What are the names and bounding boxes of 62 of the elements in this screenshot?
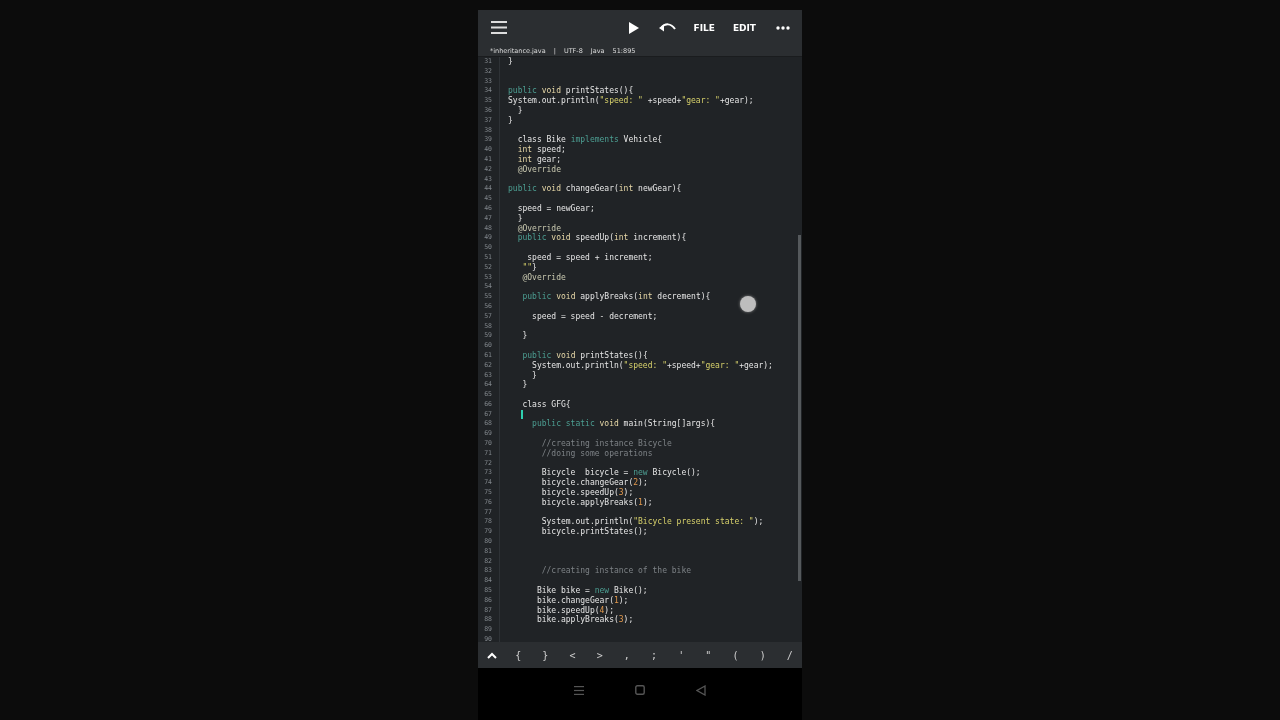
symbol-key[interactable]: ( <box>729 649 742 661</box>
undo-icon[interactable] <box>658 22 676 33</box>
code-line: System.out.println("Bicycle present state: "); <box>540 517 764 528</box>
code-line: @Override <box>516 223 561 233</box>
code-line: //creating instance Bicycle <box>540 439 672 449</box>
symbol-key[interactable]: / <box>783 649 796 661</box>
menu-icon[interactable] <box>491 21 507 34</box>
symbol-key[interactable]: ; <box>648 649 661 661</box>
code-line: Bike bike = new Bike(); <box>535 586 648 596</box>
code-line: bike.speedUp(4); <box>535 605 614 616</box>
code-line: //creating instance of the bike <box>540 566 692 577</box>
symbol-key[interactable]: > <box>593 649 606 661</box>
code-line: bicycle.speedUp(3); <box>540 488 634 498</box>
chevron-up-icon[interactable] <box>487 651 497 659</box>
code-line: //doing some operations <box>540 448 653 459</box>
code-line: } <box>531 370 537 381</box>
code-line: int gear; <box>516 154 561 165</box>
code-line: } <box>516 213 523 224</box>
recent-apps-icon[interactable] <box>573 685 584 695</box>
code-line: ""} <box>521 262 537 273</box>
code-line: Bicycle bicycle = new Bicycle(); <box>540 468 701 479</box>
code-line: bicycle.printStates(); <box>540 527 648 538</box>
scrollbar[interactable] <box>798 235 801 581</box>
symbol-key[interactable]: ' <box>675 649 688 661</box>
toolbar-button[interactable]: EDIT <box>732 20 756 35</box>
code-line: public void printStates(){ <box>521 350 648 361</box>
code-line: } <box>521 380 528 391</box>
symbol-key[interactable]: < <box>566 649 579 661</box>
code-line: public void changeGear(int newGear){ <box>508 184 682 195</box>
code-line: bicycle.changeGear(2); <box>540 478 648 488</box>
code-line: class Bike implements Vehicle{ <box>516 135 663 145</box>
home-icon[interactable] <box>635 685 645 695</box>
code-line: bicycle.applyBreaks(1); <box>540 497 653 508</box>
code-line: } <box>521 331 528 342</box>
code-line: speed = speed + increment; <box>526 252 653 263</box>
code-line: System.out.println("speed: " +speed+"gear: "+gear); <box>508 96 754 106</box>
code-line: } <box>516 106 523 116</box>
code-line: public void applyBreaks(int decrement){ <box>521 292 711 302</box>
code-line: } <box>508 57 513 67</box>
code-line: @Override <box>521 272 566 283</box>
touch-indicator <box>740 296 756 312</box>
code-line: public void printStates(){ <box>508 86 634 97</box>
code-line: class GFG{ <box>521 399 571 410</box>
symbol-key[interactable]: , <box>620 649 633 661</box>
code-line: bike.changeGear(1); <box>535 595 629 606</box>
back-icon[interactable] <box>696 684 707 696</box>
symbol-key[interactable]: { <box>512 649 525 661</box>
code-line: speed = speed - decrement; <box>531 311 658 322</box>
code-line: public static void main(String[]args){ <box>531 419 716 430</box>
toolbar-button[interactable]: FILE <box>693 20 715 35</box>
play-icon[interactable] <box>628 21 639 34</box>
code-line: @Override <box>516 164 561 175</box>
symbol-key[interactable]: ) <box>756 649 769 661</box>
more-icon[interactable] <box>776 25 790 30</box>
code-line: } <box>508 115 513 126</box>
code-line: System.out.println("speed: "+speed+"gear: "+gear); <box>531 360 773 371</box>
symbol-key[interactable]: } <box>539 649 552 661</box>
code-line: int speed; <box>516 145 566 155</box>
symbol-key[interactable]: " <box>702 649 715 661</box>
code-line: bike.applyBreaks(3); <box>535 615 634 626</box>
code-line: speed = newGear; <box>516 203 595 214</box>
code-line: public void speedUp(int increment){ <box>516 233 687 244</box>
